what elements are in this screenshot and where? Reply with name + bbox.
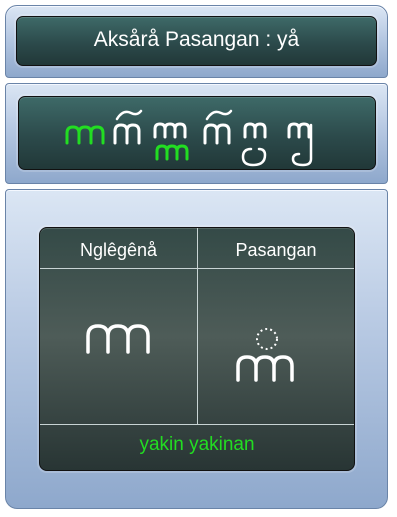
col-header-pasangan: Pasangan <box>235 240 317 260</box>
aksara-table: Nglêgênå Pasangan yakin yakinan <box>39 227 355 471</box>
example-word: yakin yakinan <box>139 434 255 455</box>
ya-pasangan-glyph <box>236 355 294 382</box>
ya-nglegena-glyph <box>86 324 150 354</box>
na-glyph-2 <box>241 122 267 167</box>
javanese-script-display <box>18 96 376 170</box>
column-divider <box>197 228 198 424</box>
ya-glyph-highlight <box>65 125 105 145</box>
title-panel: Aksårå Pasangan : yå <box>5 5 388 78</box>
dotted-circle-placeholder <box>256 328 278 350</box>
table-panel: Nglêgênå Pasangan yakin yakinan <box>5 189 388 509</box>
javanese-script-example <box>65 109 313 167</box>
col-header-ngleg: Nglêgênå <box>79 240 158 260</box>
page-title: Aksårå Pasangan : yå <box>93 28 300 51</box>
na-glyph <box>153 122 187 139</box>
na-pangkon-glyph <box>287 122 313 167</box>
ki-glyph-2 <box>203 109 233 145</box>
ki-glyph <box>113 109 143 145</box>
title-box: Aksårå Pasangan : yå <box>16 16 377 66</box>
footer-divider <box>40 424 354 425</box>
ya-pasangan-highlight <box>155 144 189 161</box>
script-panel <box>5 83 388 184</box>
